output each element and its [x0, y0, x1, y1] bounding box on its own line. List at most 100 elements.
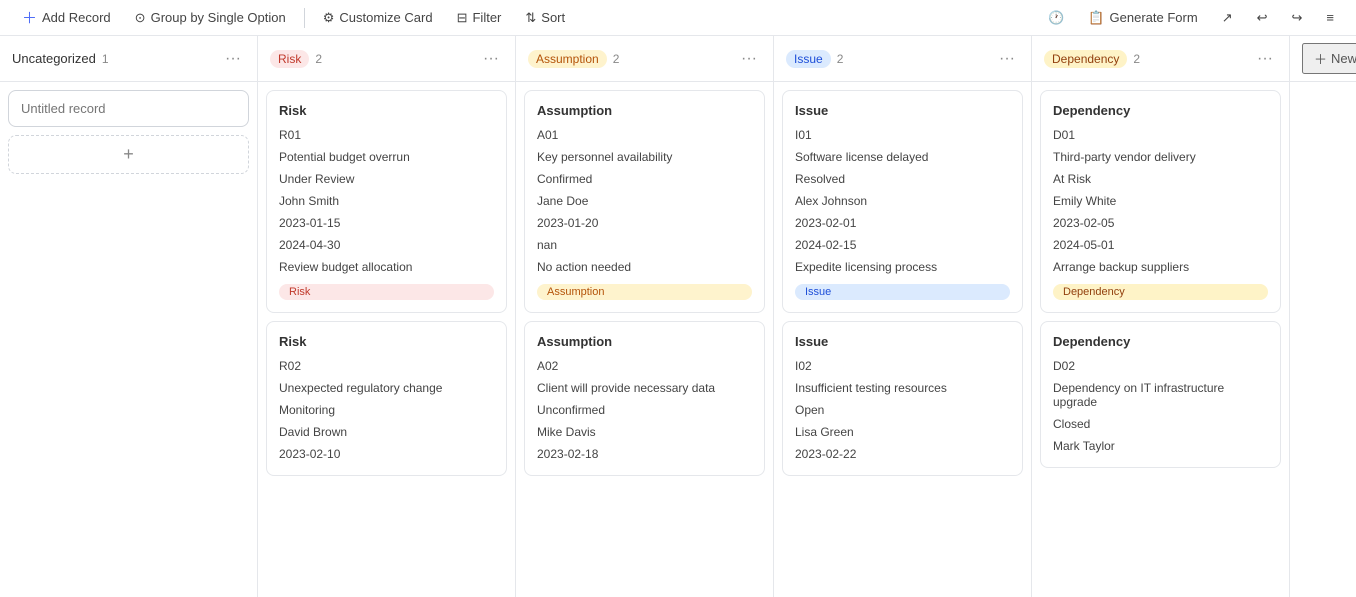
assumption-card-2-row-0: A02 — [537, 357, 752, 375]
more-icon: ≡ — [1326, 10, 1334, 25]
assumption-menu-btn[interactable]: ··· — [737, 48, 761, 70]
dependency-card-2-row-1: Dependency on IT infrastructure upgrade — [1053, 379, 1268, 411]
untitled-record-card — [8, 90, 249, 127]
history-button[interactable]: 🕐 — [1038, 6, 1074, 30]
col-issue: Issue I01 Software license delayed Resol… — [774, 82, 1032, 597]
risk-card-1-row-2: Under Review — [279, 170, 494, 188]
dependency-card-1-tag: Dependency — [1053, 284, 1268, 300]
dependency-card-1-row-6: Arrange backup suppliers — [1053, 258, 1268, 276]
redo-icon: ↪ — [1292, 10, 1303, 26]
issue-card-2-title: Issue — [795, 334, 1010, 349]
risk-card-1-row-1: Potential budget overrun — [279, 148, 494, 166]
undo-button[interactable]: ↩ — [1247, 6, 1278, 30]
more-button[interactable]: ≡ — [1316, 6, 1344, 29]
issue-card-1-row-1: Software license delayed — [795, 148, 1010, 166]
assumption-card-1-title: Assumption — [537, 103, 752, 118]
assumption-card-1-row-2: Confirmed — [537, 170, 752, 188]
add-record-label: Add Record — [42, 10, 111, 25]
issue-card-2-row-1: Insufficient testing resources — [795, 379, 1010, 397]
sort-button[interactable]: ⇅ Sort — [515, 6, 575, 30]
dependency-badge: Dependency — [1044, 50, 1127, 68]
issue-card-1-row-2: Resolved — [795, 170, 1010, 188]
risk-card-2: Risk R02 Unexpected regulatory change Mo… — [266, 321, 507, 476]
risk-count: 2 — [315, 52, 322, 66]
issue-card-1-row-3: Alex Johnson — [795, 192, 1010, 210]
assumption-card-2-row-2: Unconfirmed — [537, 401, 752, 419]
dependency-card-2-row-0: D02 — [1053, 357, 1268, 375]
risk-card-2-row-0: R02 — [279, 357, 494, 375]
customize-card-button[interactable]: ⚙ Customize Card — [313, 6, 443, 30]
assumption-card-1-row-3: Jane Doe — [537, 192, 752, 210]
dependency-card-1-title: Dependency — [1053, 103, 1268, 118]
generate-form-button[interactable]: 📋 Generate Form — [1078, 6, 1207, 30]
issue-card-1-tag: Issue — [795, 284, 1010, 300]
dependency-card-1-row-4: 2023-02-05 — [1053, 214, 1268, 232]
group-icon: ⊙ — [135, 10, 146, 26]
assumption-card-1-row-1: Key personnel availability — [537, 148, 752, 166]
assumption-card-1-row-5: nan — [537, 236, 752, 254]
risk-menu-btn[interactable]: ··· — [479, 48, 503, 70]
toolbar-right: 🕐 📋 Generate Form ↗ ↩ ↪ ≡ — [1038, 6, 1344, 30]
assumption-card-1: Assumption A01 Key personnel availabilit… — [524, 90, 765, 313]
risk-card-2-title: Risk — [279, 334, 494, 349]
assumption-card-2: Assumption A02 Client will provide neces… — [524, 321, 765, 476]
customize-icon: ⚙ — [323, 10, 335, 26]
divider-1 — [304, 8, 305, 28]
col-header-dependency: Dependency 2 ··· — [1032, 36, 1290, 81]
redo-button[interactable]: ↪ — [1282, 6, 1313, 30]
dependency-card-1-row-0: D01 — [1053, 126, 1268, 144]
risk-card-1: Risk R01 Potential budget overrun Under … — [266, 90, 507, 313]
assumption-card-2-row-1: Client will provide necessary data — [537, 379, 752, 397]
assumption-card-2-title: Assumption — [537, 334, 752, 349]
assumption-card-1-row-6: No action needed — [537, 258, 752, 276]
plus-icon: ＋ — [22, 7, 37, 28]
assumption-count: 2 — [613, 52, 620, 66]
assumption-card-1-tag: Assumption — [537, 284, 752, 300]
issue-card-2: Issue I02 Insufficient testing resources… — [782, 321, 1023, 476]
issue-card-1-row-5: 2024-02-15 — [795, 236, 1010, 254]
col-assumption: Assumption A01 Key personnel availabilit… — [516, 82, 774, 597]
form-icon: 📋 — [1088, 10, 1104, 26]
risk-card-2-row-3: David Brown — [279, 423, 494, 441]
risk-card-2-row-1: Unexpected regulatory change — [279, 379, 494, 397]
risk-card-1-row-5: 2024-04-30 — [279, 236, 494, 254]
untitled-record-input[interactable] — [21, 101, 236, 116]
dependency-count: 2 — [1133, 52, 1140, 66]
share-icon: ↗ — [1222, 10, 1233, 26]
dependency-card-1: Dependency D01 Third-party vendor delive… — [1040, 90, 1281, 313]
uncategorized-menu-btn[interactable]: ··· — [221, 48, 245, 70]
sort-label: Sort — [541, 10, 565, 25]
col-uncategorized: + — [0, 82, 258, 597]
new-column-header: ＋ New — [1290, 36, 1356, 81]
dependency-card-1-row-1: Third-party vendor delivery — [1053, 148, 1268, 166]
cards-area: + Risk R01 Potential budget overrun Unde… — [0, 82, 1356, 597]
issue-card-1-title: Issue — [795, 103, 1010, 118]
issue-menu-btn[interactable]: ··· — [995, 48, 1019, 70]
dependency-card-2-title: Dependency — [1053, 334, 1268, 349]
risk-card-2-row-2: Monitoring — [279, 401, 494, 419]
risk-card-1-row-3: John Smith — [279, 192, 494, 210]
issue-card-2-row-4: 2023-02-22 — [795, 445, 1010, 463]
col-header-uncategorized: Uncategorized 1 ··· — [0, 36, 258, 81]
issue-badge: Issue — [786, 50, 831, 68]
risk-badge: Risk — [270, 50, 309, 68]
filter-button[interactable]: ⊟ Filter — [447, 6, 512, 30]
group-by-button[interactable]: ⊙ Group by Single Option — [125, 6, 296, 30]
plus-icon: ＋ — [1314, 49, 1327, 68]
dependency-card-2-row-3: Mark Taylor — [1053, 437, 1268, 455]
new-button-label: New — [1331, 51, 1356, 66]
issue-card-2-row-3: Lisa Green — [795, 423, 1010, 441]
risk-card-1-title: Risk — [279, 103, 494, 118]
group-by-label: Group by Single Option — [151, 10, 286, 25]
new-column-button[interactable]: ＋ New — [1302, 43, 1356, 74]
risk-card-2-row-4: 2023-02-10 — [279, 445, 494, 463]
dependency-card-1-row-2: At Risk — [1053, 170, 1268, 188]
assumption-card-1-row-0: A01 — [537, 126, 752, 144]
share-button[interactable]: ↗ — [1212, 6, 1243, 30]
dependency-menu-btn[interactable]: ··· — [1253, 48, 1277, 70]
generate-form-label: Generate Form — [1110, 10, 1198, 25]
col-header-issue: Issue 2 ··· — [774, 36, 1032, 81]
assumption-card-2-row-4: 2023-02-18 — [537, 445, 752, 463]
add-record-button[interactable]: ＋ Add Record — [12, 3, 121, 32]
add-row-button-uncategorized[interactable]: + — [8, 135, 249, 174]
